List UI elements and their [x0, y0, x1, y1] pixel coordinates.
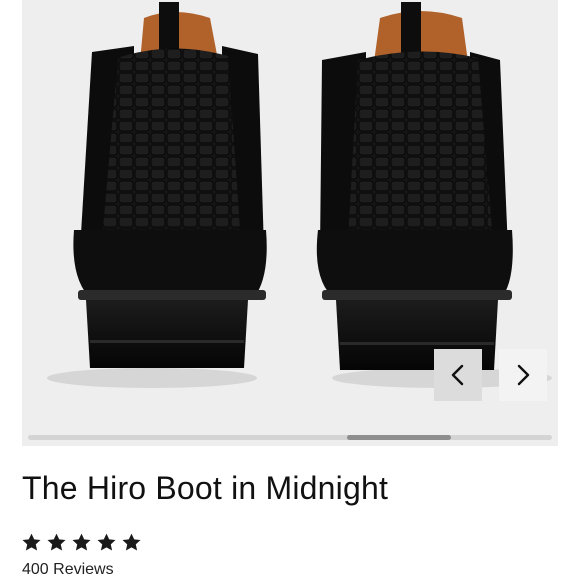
- gallery-next-button[interactable]: [499, 349, 547, 401]
- chevron-right-icon: [517, 364, 530, 386]
- left-boot: [73, 2, 267, 368]
- gallery-scrollbar[interactable]: [28, 435, 552, 440]
- star-rating[interactable]: [21, 532, 142, 553]
- reviews-link[interactable]: 400 Reviews: [22, 561, 114, 579]
- star-icon: [47, 533, 66, 551]
- chevron-left-icon: [451, 364, 464, 386]
- star-icon: [97, 533, 116, 551]
- star-icon: [122, 533, 141, 551]
- star-icon: [22, 533, 41, 551]
- gallery-prev-button[interactable]: [434, 349, 482, 401]
- product-title: The Hiro Boot in Midnight: [22, 470, 389, 506]
- star-icon: [72, 533, 91, 551]
- right-boot: [316, 2, 513, 370]
- product-image-gallery[interactable]: [22, 0, 558, 446]
- gallery-scrollbar-thumb[interactable]: [346, 435, 452, 440]
